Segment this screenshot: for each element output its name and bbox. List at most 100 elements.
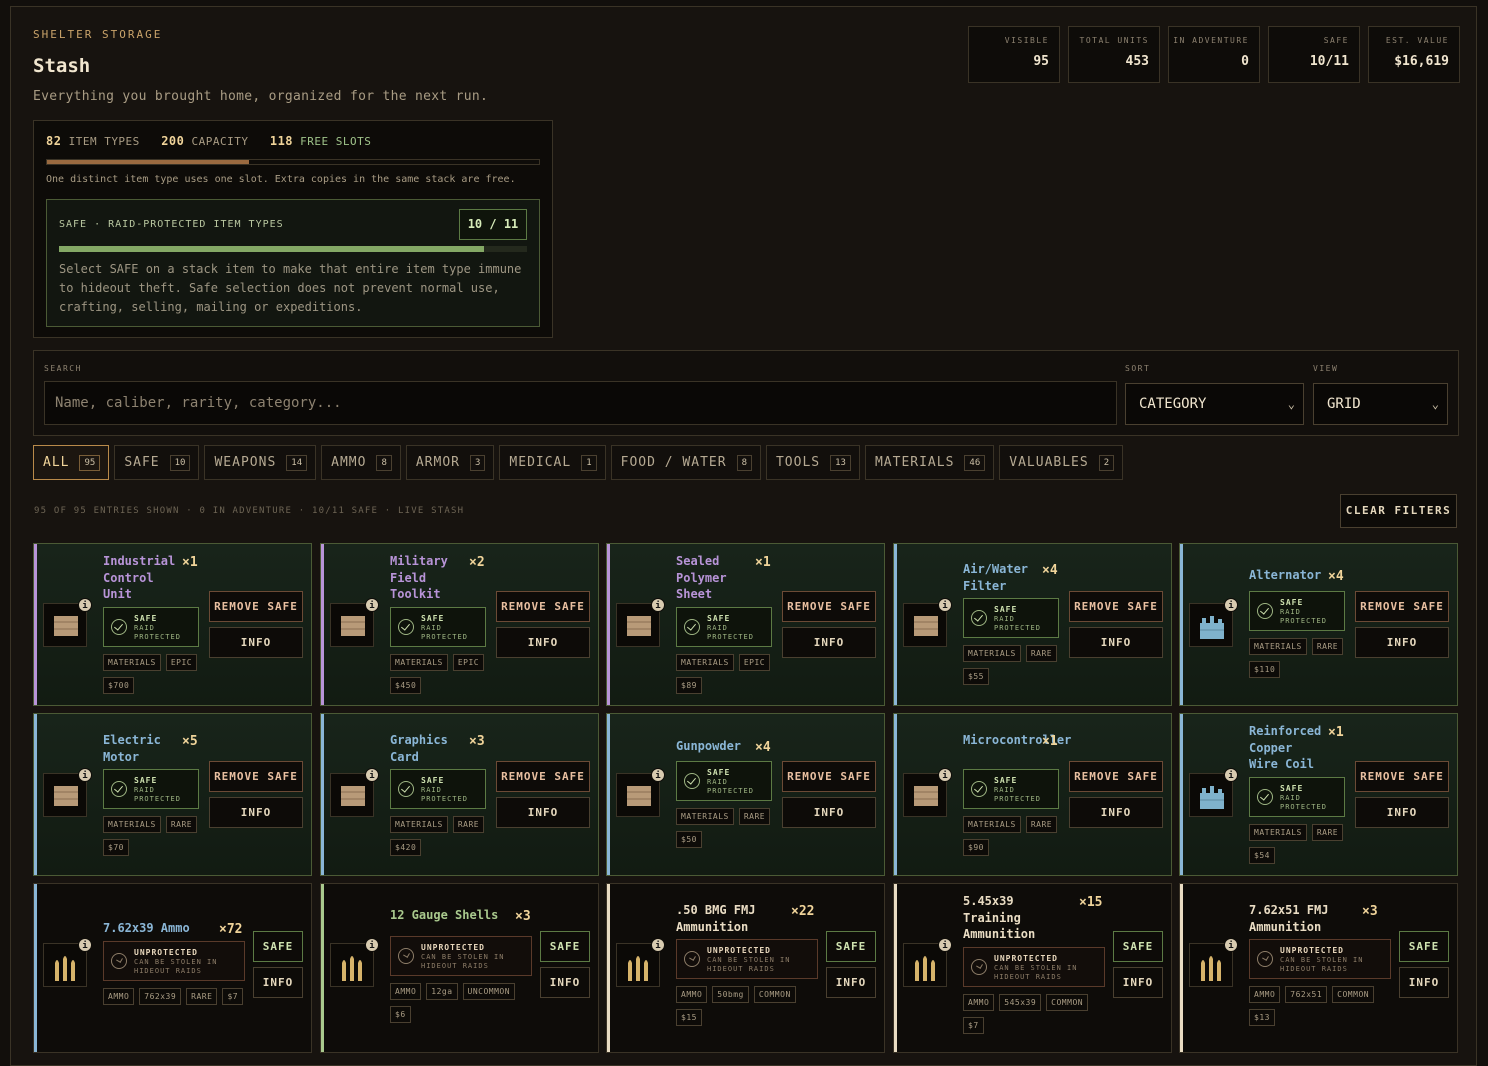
item-card: i Sealed Polymer Sheet ×1 SAFE RAID PROT… <box>606 543 885 706</box>
tab-all[interactable]: ALL 95 <box>33 445 110 480</box>
remove-safe-button[interactable]: REMOVE SAFE <box>1069 761 1163 792</box>
info-icon[interactable]: i <box>78 768 92 782</box>
info-button[interactable]: INFO <box>209 797 303 828</box>
item-icon-box[interactable]: i <box>903 768 952 817</box>
search-input[interactable]: Name, caliber, rarity, category... <box>44 381 1117 425</box>
item-quantity: ×72 <box>219 922 243 937</box>
price-tag: $89 <box>676 677 702 694</box>
item-tags: MATERIALS EPIC $450 <box>390 654 490 694</box>
info-button[interactable]: INFO <box>1355 627 1449 658</box>
item-icon-box[interactable]: i <box>616 938 665 987</box>
safe-button[interactable]: SAFE <box>1113 931 1163 962</box>
safe-status-badge: SAFE RAID PROTECTED <box>390 607 486 647</box>
safe-button[interactable]: SAFE <box>826 931 876 962</box>
remove-safe-button[interactable]: REMOVE SAFE <box>1355 761 1449 792</box>
item-card: i Air/Water Filter ×4 SAFE RAID PROTECTE… <box>893 543 1172 706</box>
info-button[interactable]: INFO <box>826 967 876 998</box>
info-icon[interactable]: i <box>365 938 379 952</box>
info-button[interactable]: INFO <box>782 797 876 828</box>
item-icon-box[interactable]: i <box>903 938 952 987</box>
info-icon[interactable]: i <box>365 768 379 782</box>
info-icon[interactable]: i <box>365 598 379 612</box>
tab-materials[interactable]: MATERIALS 46 <box>864 445 995 480</box>
info-button[interactable]: INFO <box>1355 797 1449 828</box>
unlocked-icon <box>971 959 987 975</box>
tab-safe[interactable]: SAFE 10 <box>114 445 200 480</box>
item-tag: UNCOMMON <box>462 983 516 1000</box>
stat-label: VISIBLE <box>1004 36 1049 45</box>
item-icon-box[interactable]: i <box>43 768 92 817</box>
remove-safe-button[interactable]: REMOVE SAFE <box>496 591 590 622</box>
info-icon[interactable]: i <box>651 598 665 612</box>
item-types-count: 82 <box>46 134 62 148</box>
info-button[interactable]: INFO <box>1113 967 1163 998</box>
info-icon[interactable]: i <box>938 938 952 952</box>
item-icon-box[interactable]: i <box>616 598 665 647</box>
price-tag: $7 <box>963 1017 984 1034</box>
item-icon-box[interactable]: i <box>43 938 92 987</box>
tab-armor[interactable]: ARMOR 3 <box>405 445 495 480</box>
item-icon-box[interactable]: i <box>330 598 379 647</box>
safe-button[interactable]: SAFE <box>1399 931 1449 962</box>
item-icon-box[interactable]: i <box>330 938 379 987</box>
tab-label: ARMOR <box>415 455 460 470</box>
info-icon[interactable]: i <box>938 768 952 782</box>
remove-safe-button[interactable]: REMOVE SAFE <box>209 761 303 792</box>
info-button[interactable]: INFO <box>1399 967 1449 998</box>
tab-food-water[interactable]: FOOD / WATER 8 <box>610 445 761 480</box>
remove-safe-button[interactable]: REMOVE SAFE <box>1069 591 1163 622</box>
item-icon-box[interactable]: i <box>1189 768 1238 817</box>
tab-label: FOOD / WATER <box>620 455 727 470</box>
tab-valuables[interactable]: VALUABLES 2 <box>999 445 1124 480</box>
safe-button[interactable]: SAFE <box>540 931 590 962</box>
remove-safe-button[interactable]: REMOVE SAFE <box>496 761 590 792</box>
item-tags: AMMO 545x39 COMMON $7 <box>963 994 1108 1034</box>
sort-label: SORT <box>1125 364 1151 373</box>
info-button[interactable]: INFO <box>540 967 590 998</box>
info-button[interactable]: INFO <box>253 967 303 998</box>
tab-weapons[interactable]: WEAPONS 14 <box>204 445 317 480</box>
item-icon-box[interactable]: i <box>903 598 952 647</box>
item-tag: MATERIALS <box>390 654 448 671</box>
item-icon-box[interactable]: i <box>616 768 665 817</box>
price-tag: $7 <box>222 988 244 1005</box>
item-tag: 545x39 <box>999 994 1042 1011</box>
view-select[interactable]: GRID ⌄ <box>1313 383 1448 425</box>
info-icon[interactable]: i <box>651 768 665 782</box>
info-button[interactable]: INFO <box>1069 627 1163 658</box>
rarity-stripe <box>321 884 324 1052</box>
item-icon-box[interactable]: i <box>43 598 92 647</box>
info-button[interactable]: INFO <box>496 627 590 658</box>
sort-select[interactable]: CATEGORY ⌄ <box>1125 383 1304 425</box>
clear-filters-button[interactable]: CLEAR FILTERS <box>1340 494 1457 528</box>
remove-safe-button[interactable]: REMOVE SAFE <box>209 591 303 622</box>
safe-status-badge: SAFE RAID PROTECTED <box>676 607 772 647</box>
info-button[interactable]: INFO <box>782 627 876 658</box>
item-card: i Reinforced Copper Wire Coil ×1 SAFE RA… <box>1179 713 1458 876</box>
remove-safe-button[interactable]: REMOVE SAFE <box>782 761 876 792</box>
tab-medical[interactable]: MEDICAL 1 <box>499 445 606 480</box>
tab-tools[interactable]: TOOLS 13 <box>765 445 860 480</box>
info-icon[interactable]: i <box>651 938 665 952</box>
info-icon[interactable]: i <box>1224 768 1238 782</box>
item-icon-box[interactable]: i <box>1189 938 1238 987</box>
info-button[interactable]: INFO <box>1069 797 1163 828</box>
info-button[interactable]: INFO <box>496 797 590 828</box>
info-icon[interactable]: i <box>1224 598 1238 612</box>
info-icon[interactable]: i <box>78 938 92 952</box>
remove-safe-button[interactable]: REMOVE SAFE <box>782 591 876 622</box>
tab-ammo[interactable]: AMMO 8 <box>321 445 401 480</box>
info-icon[interactable]: i <box>1224 938 1238 952</box>
info-icon[interactable]: i <box>938 598 952 612</box>
remove-safe-button[interactable]: REMOVE SAFE <box>1355 591 1449 622</box>
tab-label: VALUABLES <box>1009 455 1089 470</box>
item-icon-box[interactable]: i <box>1189 598 1238 647</box>
item-icon-box[interactable]: i <box>330 768 379 817</box>
info-button[interactable]: INFO <box>209 627 303 658</box>
info-icon[interactable]: i <box>78 598 92 612</box>
stat-label: TOTAL UNITS <box>1079 36 1149 45</box>
stat-value: 0 <box>1241 54 1249 69</box>
safe-button[interactable]: SAFE <box>253 931 303 962</box>
check-circle-icon <box>398 781 414 797</box>
tab-count: 13 <box>830 454 851 471</box>
